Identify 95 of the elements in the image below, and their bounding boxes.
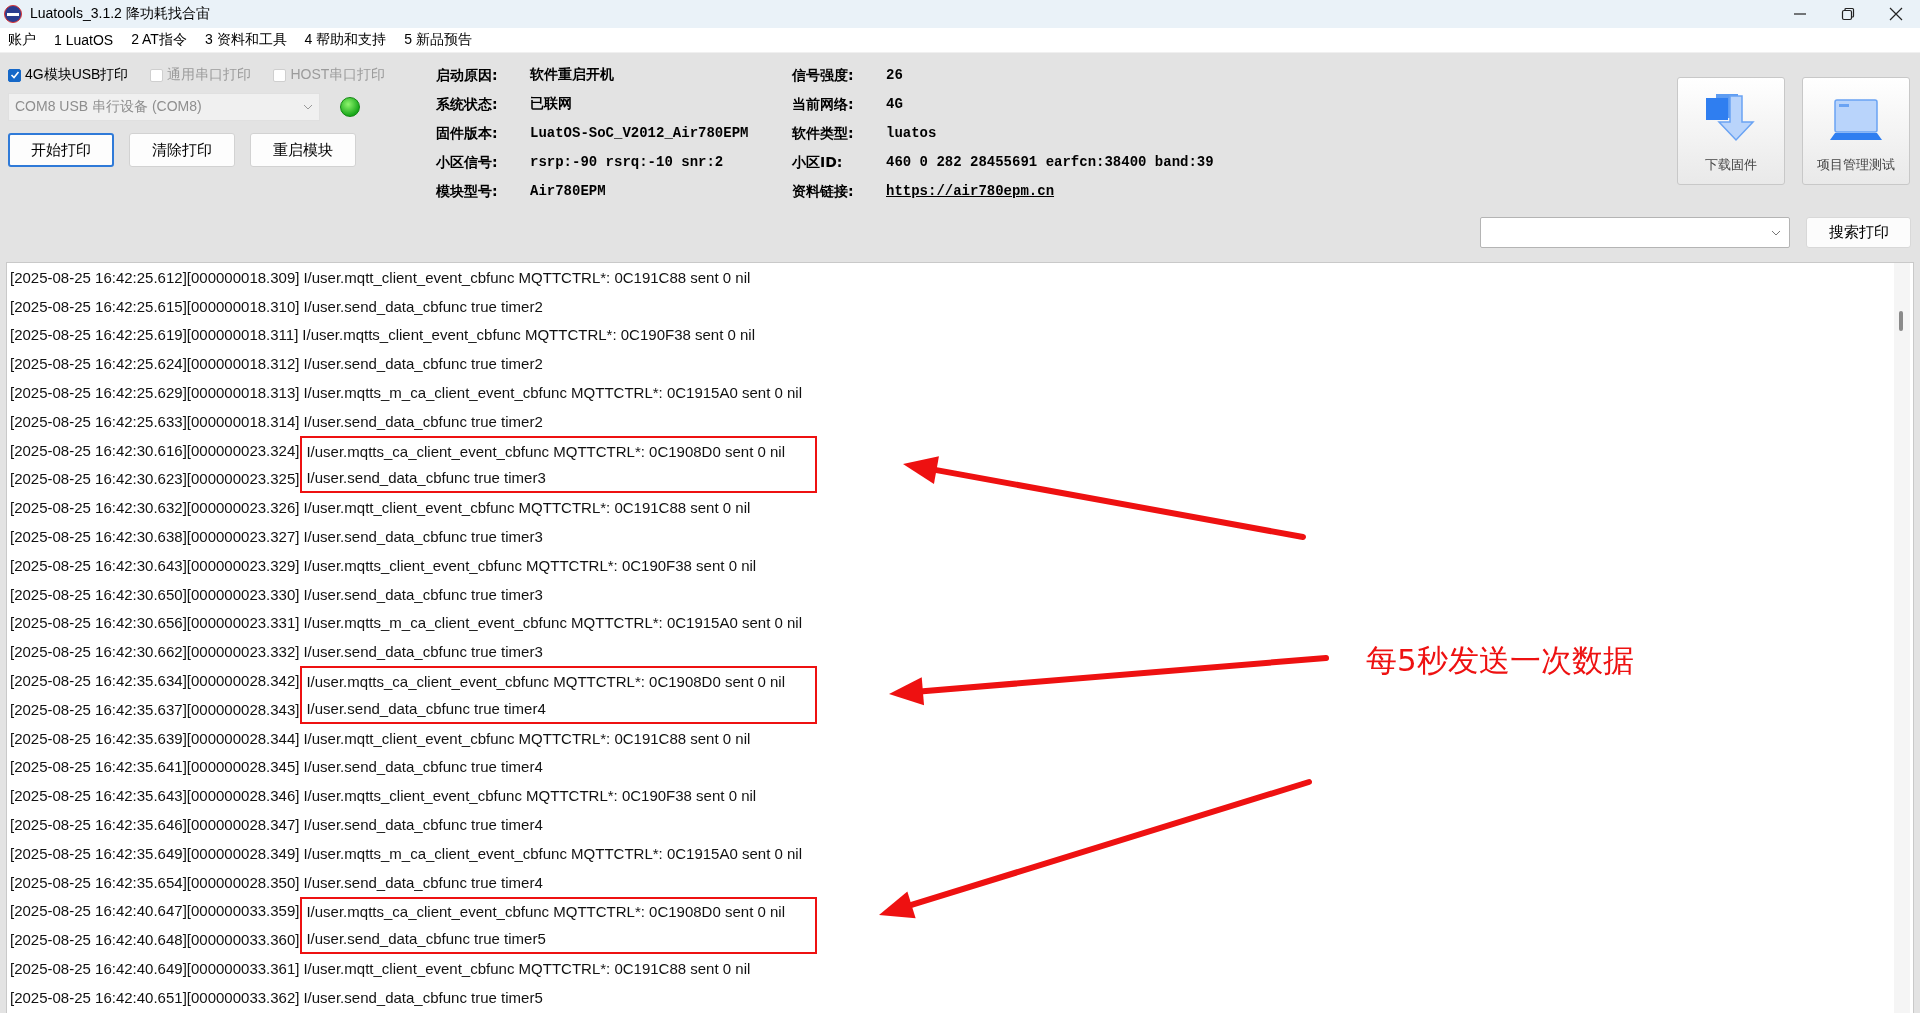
- info-label: 启动原因:: [436, 66, 499, 85]
- log-message: I/user.mqtt_client_event_cbfunc MQTTCTRL*: 0C191C88 sent 0 nil: [302, 729, 751, 747]
- check-icon: [9, 70, 20, 80]
- log-message: I/user.send_data_cbfunc true timer2: [302, 355, 543, 373]
- log-timestamp: [2025-08-25 16:42:40.649][000000033.361]: [10, 960, 300, 977]
- menu-item[interactable]: 账户: [6, 31, 38, 49]
- caret-icon: [303, 104, 313, 110]
- log-timestamp: [2025-08-25 16:42:35.643][000000028.346]: [10, 787, 300, 805]
- log-message: I/user.mqtt_client_event_cbfunc MQTTCTRL*: 0C191C88 sent 0 nil: [302, 499, 751, 517]
- log-message: I/user.mqtts_m_ca_client_event_cbfunc MQTTCTRL*: 0C1915A0 sent 0 nil: [302, 844, 802, 862]
- info-value: 4G: [886, 95, 904, 114]
- log-message: I/user.mqtts_m_ca_client_event_cbfunc MQTTCTRL*: 0C1915A0 sent 0 nil: [302, 384, 802, 402]
- info-value: LuatOS-SoC_V2012_Air780EPM: [530, 124, 750, 143]
- log-timestamp: [2025-08-25 16:42:30.616][000000023.324]: [10, 441, 300, 459]
- info-value: 26: [886, 66, 904, 85]
- log-message: I/user.mqtts_client_event_cbfunc MQTTCTRL*: 0C190F38 sent 0 nil: [301, 326, 756, 344]
- log-timestamp: [2025-08-25 16:42:35.639][000000028.344]: [10, 729, 300, 747]
- action-button[interactable]: 重启模块: [250, 133, 356, 167]
- log-timestamp: [2025-08-25 16:42:30.632][000000023.326]: [10, 499, 300, 517]
- log-timestamp: [2025-08-25 16:42:25.629][000000018.313]: [10, 384, 300, 402]
- menu-item[interactable]: 5 新品预告: [402, 31, 474, 49]
- log-timestamp: [2025-08-25 16:42:25.619][000000018.311]: [10, 326, 299, 344]
- log-message: I/user.send_data_cbfunc true timer3: [302, 643, 543, 661]
- log-message: I/user.mqtts_client_event_cbfunc MQTTCTRL*: 0C190F38 sent 0 nil: [302, 556, 757, 574]
- log-message: I/user.send_data_cbfunc true timer2: [302, 412, 543, 430]
- info-label: 固件版本:: [436, 124, 499, 143]
- log-message: I/user.send_data_cbfunc true timer4: [305, 699, 546, 717]
- log-timestamp: [2025-08-25 16:42:40.648][000000033.360]: [10, 931, 300, 949]
- log-message: I/user.send_data_cbfunc true timer4: [302, 873, 543, 891]
- menu-item[interactable]: 1 LuatOS: [52, 32, 116, 48]
- info-label: 模块型号:: [436, 182, 499, 201]
- log-message: I/user.send_data_cbfunc true timer5: [305, 930, 546, 948]
- restore-icon: [1841, 7, 1855, 21]
- log-timestamp: [2025-08-25 16:42:40.647][000000033.359]: [10, 902, 300, 920]
- log-timestamp: [2025-08-25 16:42:30.662][000000023.332]: [10, 643, 300, 661]
- scrollbar[interactable]: [1894, 263, 1910, 1013]
- log-message: I/user.send_data_cbfunc true timer5: [302, 988, 543, 1006]
- log-message: I/user.send_data_cbfunc true timer4: [302, 758, 543, 776]
- annotation-text: 每5秒发送一次数据: [1366, 641, 1634, 680]
- info-label: 资料链接:: [792, 182, 855, 201]
- info-label: 当前网络:: [792, 95, 855, 114]
- action-button[interactable]: 清除打印: [129, 133, 235, 167]
- log-message: I/user.mqtt_client_event_cbfunc MQTTCTRL*: 0C191C88 sent 0 nil: [302, 268, 751, 286]
- caret-icon: [1771, 229, 1781, 236]
- log-message: I/user.send_data_cbfunc true timer3: [305, 469, 546, 487]
- log-timestamp: [2025-08-25 16:42:35.634][000000028.342]: [10, 672, 300, 690]
- info-value: luatos: [886, 124, 938, 143]
- log-timestamp: [2025-08-25 16:42:30.650][000000023.330]: [10, 585, 300, 603]
- info-value: 460 0 282 28455691 earfcn:38400 band:39: [886, 153, 1214, 172]
- log-timestamp: [2025-08-25 16:42:35.646][000000028.347]: [10, 816, 300, 834]
- search-print-button[interactable]: 搜索打印: [1806, 217, 1911, 248]
- app-logo-icon: [4, 5, 22, 23]
- menu-item[interactable]: 4 帮助和支持: [302, 31, 389, 49]
- info-label: 系统状态:: [436, 95, 499, 114]
- info-label: 小区ID:: [792, 153, 844, 172]
- log-message: I/user.mqtts_ca_client_event_cbfunc MQTTCTRL*: 0C1908D0 sent 0 nil: [305, 903, 785, 921]
- log-timestamp: [2025-08-25 16:42:25.615][000000018.310]: [10, 297, 300, 315]
- log-message: I/user.mqtts_m_ca_client_event_cbfunc MQTTCTRL*: 0C1915A0 sent 0 nil: [302, 614, 802, 632]
- log-timestamp: [2025-08-25 16:42:25.612][000000018.309]: [10, 268, 300, 286]
- tool-button[interactable]: 项目管理测试: [1802, 77, 1910, 185]
- log-timestamp: [2025-08-25 16:42:35.637][000000028.343]: [10, 700, 300, 718]
- log-timestamp: [2025-08-25 16:42:35.654][000000028.350]: [10, 873, 300, 891]
- info-value: rsrp:-90 rsrq:-10 snr:2: [530, 153, 725, 172]
- log-timestamp: [2025-08-25 16:42:35.641][000000028.345]: [10, 758, 300, 776]
- menu-item[interactable]: 2 AT指令: [129, 31, 189, 49]
- info-value: Air780EPM: [530, 182, 607, 201]
- info-value: 软件重启开机: [530, 66, 615, 85]
- log-message: I/user.mqtts_ca_client_event_cbfunc MQTTCTRL*: 0C1908D0 sent 0 nil: [305, 673, 785, 691]
- info-value: 已联网: [530, 95, 573, 114]
- log-timestamp: [2025-08-25 16:42:25.633][000000018.314]: [10, 412, 300, 430]
- log-message: I/user.mqtts_client_event_cbfunc MQTTCTRL*: 0C190F38 sent 0 nil: [302, 787, 757, 805]
- window-title: Luatools_3.1.2 降功耗找合宙: [30, 5, 211, 23]
- info-link[interactable]: https://air780epm.cn: [886, 181, 1214, 201]
- close-icon: [1889, 7, 1903, 21]
- action-button[interactable]: 开始打印: [8, 133, 114, 167]
- log-message: I/user.mqtts_ca_client_event_cbfunc MQTTCTRL*: 0C1908D0 sent 0 nil: [305, 442, 785, 460]
- log-timestamp: [2025-08-25 16:42:30.656][000000023.331]: [10, 614, 300, 632]
- log-message: I/user.send_data_cbfunc true timer4: [302, 816, 543, 834]
- menu-item[interactable]: 3 资料和工具: [202, 31, 289, 49]
- search-combo-field[interactable]: [1480, 217, 1790, 248]
- info-label: 信号强度:: [792, 66, 855, 85]
- log-message: I/user.send_data_cbfunc true timer3: [302, 528, 543, 546]
- log-timestamp: [2025-08-25 16:42:35.649][000000028.349]: [10, 844, 300, 862]
- tool-button[interactable]: 下载固件: [1677, 77, 1785, 185]
- info-label: 软件类型:: [792, 124, 855, 143]
- print-option-checkbox[interactable]: 4G模块USB打印: [8, 66, 129, 84]
- log-timestamp: [2025-08-25 16:42:30.623][000000023.325]: [10, 470, 300, 488]
- log-timestamp: [2025-08-25 16:42:40.651][000000033.362]: [10, 988, 300, 1006]
- info-label: 小区信号:: [436, 153, 499, 172]
- log-message: I/user.send_data_cbfunc true timer3: [302, 585, 543, 603]
- log-message: I/user.send_data_cbfunc true timer2: [302, 297, 543, 315]
- log-message: I/user.mqtt_client_event_cbfunc MQTTCTRL*: 0C191C88 sent 0 nil: [302, 960, 751, 977]
- log-timestamp: [2025-08-25 16:42:25.624][000000018.312]: [10, 355, 300, 373]
- log-timestamp: [2025-08-25 16:42:30.638][000000023.327]: [10, 528, 300, 546]
- log-timestamp: [2025-08-25 16:42:30.643][000000023.329]: [10, 556, 300, 574]
